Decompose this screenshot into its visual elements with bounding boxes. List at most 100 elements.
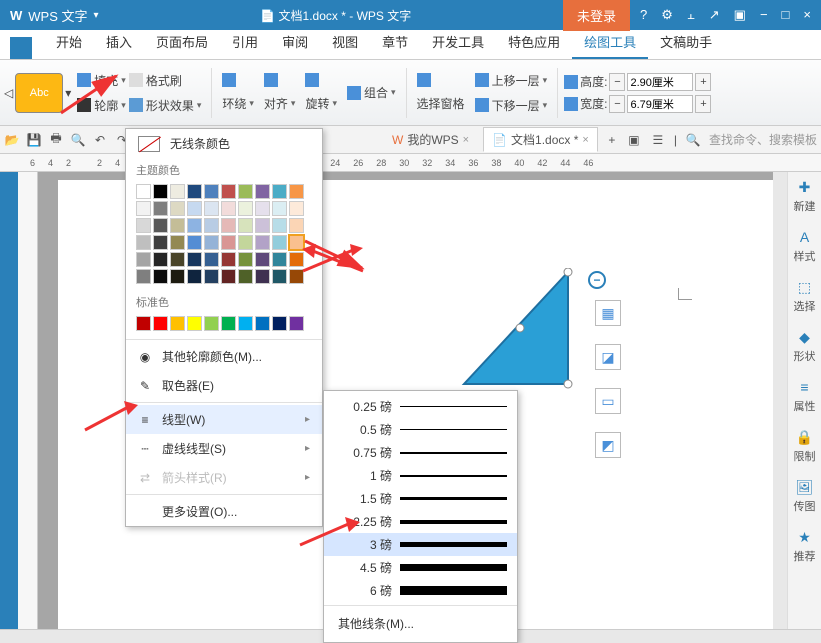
close-tab-icon[interactable]: × [463,134,469,146]
weight-item-1.5 磅[interactable]: 1.5 磅 [324,487,517,510]
minimize-icon[interactable]: − [760,7,768,23]
color-swatch[interactable] [221,316,236,331]
search-icon[interactable]: 🔍 [685,132,701,148]
window-icon[interactable]: ▣ [626,132,642,148]
weight-item-3 磅[interactable]: 3 磅 [324,533,517,556]
color-swatch[interactable] [255,235,270,250]
color-swatch[interactable] [170,252,185,267]
color-swatch[interactable] [204,269,219,284]
color-swatch[interactable] [289,269,304,284]
menu-item-8[interactable]: 特色应用 [496,26,572,59]
line-weight-item[interactable]: ≡ 线型(W) ▸ [126,405,322,434]
color-swatch[interactable] [289,316,304,331]
color-swatch[interactable] [187,316,202,331]
weight-item-0.75 磅[interactable]: 0.75 磅 [324,441,517,464]
style-dropdown-icon[interactable]: ▾ [65,86,71,100]
more-colors-item[interactable]: ◉ 其他轮廓颜色(M)... [126,342,322,371]
list-icon[interactable]: ☰ [650,132,666,148]
shape-style-preview[interactable]: Abc [15,73,63,113]
tab-doc1[interactable]: 📄 文档1.docx * × [483,127,598,152]
right-panel-限制[interactable]: 🔒限制 [794,428,816,464]
height-input[interactable] [627,73,693,91]
menu-item-3[interactable]: 引用 [220,26,270,59]
color-swatch[interactable] [238,201,253,216]
shape-outline-button[interactable]: ▭ [595,388,621,414]
color-swatch[interactable] [204,218,219,233]
color-swatch[interactable] [136,235,151,250]
color-swatch[interactable] [187,269,202,284]
right-panel-选择[interactable]: ⬚选择 [794,278,816,314]
menu-item-4[interactable]: 审阅 [270,26,320,59]
shape-fill-button[interactable]: ◪ [595,344,621,370]
restore-icon[interactable]: ▣ [734,7,746,23]
right-panel-形状[interactable]: ◆形状 [794,328,816,364]
selection-pane-button[interactable] [413,71,469,89]
more-lines-item[interactable]: 其他线条(M)... [324,609,517,638]
menu-item-1[interactable]: 插入 [94,26,144,59]
color-swatch[interactable] [204,252,219,267]
color-swatch[interactable] [272,201,287,216]
color-swatch[interactable] [238,252,253,267]
color-swatch[interactable] [153,269,168,284]
color-swatch[interactable] [204,235,219,250]
color-swatch[interactable] [272,218,287,233]
color-swatch[interactable] [255,252,270,267]
weight-item-4.5 磅[interactable]: 4.5 磅 [324,556,517,579]
color-swatch[interactable] [170,218,185,233]
color-swatch[interactable] [221,269,236,284]
delete-shape-button[interactable]: − [588,271,606,289]
color-swatch[interactable] [136,201,151,216]
shape-effects-button[interactable]: ◩ [595,432,621,458]
right-panel-属性[interactable]: ≡属性 [794,378,816,414]
color-swatch[interactable] [204,184,219,199]
right-panel-推荐[interactable]: ★推荐 [794,528,816,564]
color-swatch[interactable] [221,218,236,233]
weight-item-0.25 磅[interactable]: 0.25 磅 [324,395,517,418]
color-swatch[interactable] [170,269,185,284]
weight-item-2.25 磅[interactable]: 2.25 磅 [324,510,517,533]
color-swatch[interactable] [153,235,168,250]
prev-style-icon[interactable]: ◁ [4,86,13,100]
height-increment[interactable]: + [695,73,711,91]
color-swatch[interactable] [272,316,287,331]
color-swatch[interactable] [221,184,236,199]
color-swatch[interactable] [136,316,151,331]
maximize-icon[interactable]: □ [782,7,790,23]
color-swatch[interactable] [170,201,185,216]
color-swatch[interactable] [170,235,185,250]
tab-mywps[interactable]: W 我的WPS × [384,128,477,151]
close-tab-icon[interactable]: × [582,134,588,146]
color-swatch[interactable] [289,235,304,250]
fill-button[interactable]: 填充▾ 格式刷 [73,70,205,91]
width-decrement[interactable]: − [609,95,625,113]
color-swatch[interactable] [289,218,304,233]
color-swatch[interactable] [170,316,185,331]
layout-options-button[interactable]: ▦ [595,300,621,326]
color-swatch[interactable] [272,235,287,250]
color-swatch[interactable] [272,252,287,267]
color-swatch[interactable] [221,235,236,250]
color-swatch[interactable] [187,218,202,233]
height-decrement[interactable]: − [609,73,625,91]
color-swatch[interactable] [136,252,151,267]
menu-item-9[interactable]: 绘图工具 [572,26,648,59]
color-swatch[interactable] [238,235,253,250]
menu-item-0[interactable]: 开始 [44,26,94,59]
weight-item-1 磅[interactable]: 1 磅 [324,464,517,487]
color-swatch[interactable] [136,184,151,199]
color-swatch[interactable] [204,201,219,216]
color-swatch[interactable] [238,316,253,331]
outline-button[interactable]: 轮廓▾ 形状效果▾ [73,95,205,116]
right-panel-样式[interactable]: A样式 [794,228,816,264]
menu-item-10[interactable]: 文稿助手 [648,26,724,59]
scrollbar-vertical[interactable] [773,172,787,629]
undo-icon[interactable]: ↶ [92,132,108,148]
save-icon[interactable]: 💾 [26,132,42,148]
color-swatch[interactable] [272,269,287,284]
color-swatch[interactable] [204,316,219,331]
color-swatch[interactable] [170,184,185,199]
color-swatch[interactable] [221,252,236,267]
width-input[interactable] [627,95,693,113]
color-swatch[interactable] [136,218,151,233]
color-swatch[interactable] [153,252,168,267]
